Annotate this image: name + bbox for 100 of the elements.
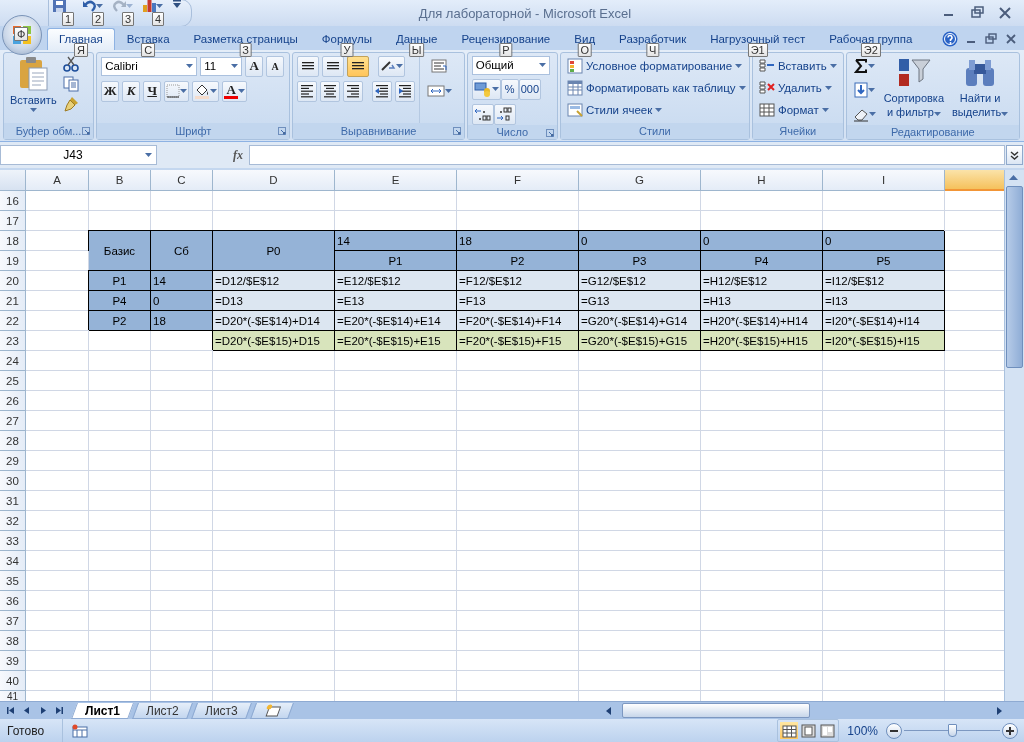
horizontal-align-button[interactable] xyxy=(320,80,341,102)
dialog-launcher-icon[interactable] xyxy=(545,128,554,137)
row-header[interactable]: 24 xyxy=(0,351,26,372)
currency-button[interactable] xyxy=(471,78,501,100)
italic-button[interactable]: К xyxy=(122,80,141,102)
first-sheet-icon[interactable] xyxy=(6,705,16,717)
customize-icon[interactable] xyxy=(173,0,181,8)
row-header[interactable]: 22 xyxy=(0,311,26,332)
copy-icon[interactable] xyxy=(62,75,79,92)
shrink-font-button[interactable]: A xyxy=(266,55,285,77)
previous-sheet-icon[interactable] xyxy=(22,705,32,717)
thousands-button[interactable]: 000 xyxy=(518,78,542,100)
row-header[interactable]: 29 xyxy=(0,451,26,472)
row-header[interactable]: 40 xyxy=(0,671,26,692)
expand-formula-button[interactable] xyxy=(1006,145,1023,166)
last-sheet-icon[interactable] xyxy=(54,705,64,717)
row-header[interactable]: 17 xyxy=(0,211,26,232)
slider-thumb[interactable] xyxy=(948,723,957,737)
restore-icon[interactable] xyxy=(984,31,998,46)
help-icon[interactable] xyxy=(942,30,958,47)
row-header[interactable]: 39 xyxy=(0,651,26,672)
vertical-align-button[interactable] xyxy=(297,55,320,77)
row-header[interactable]: 16 xyxy=(0,191,26,212)
row-header[interactable]: 21 xyxy=(0,291,26,312)
find-select-button[interactable]: Найти и выделить xyxy=(950,55,1011,125)
insert-cells-button[interactable]: Вставить xyxy=(756,55,839,77)
brush-icon[interactable] xyxy=(62,95,79,112)
decrease-decimal-button[interactable] xyxy=(493,103,516,125)
formula-field[interactable] xyxy=(249,145,1005,166)
row-header[interactable]: 36 xyxy=(0,591,26,612)
font-size-field[interactable]: 11 xyxy=(200,56,243,76)
increase-indent-button[interactable] xyxy=(395,80,416,102)
name-box[interactable]: J43 xyxy=(0,145,157,166)
zoom-in-button[interactable] xyxy=(1002,722,1018,739)
conditional-format-button[interactable]: Условное форматирование xyxy=(564,55,748,77)
row-header[interactable]: 18 xyxy=(0,231,26,252)
column-header[interactable]: H xyxy=(701,170,823,192)
column-header[interactable]: I xyxy=(823,170,945,192)
format-as-table-button[interactable]: Форматировать как таблицу xyxy=(564,77,748,99)
underline-button[interactable]: Ч xyxy=(143,80,162,102)
row-header[interactable]: 31 xyxy=(0,491,26,512)
horizontal-align-button[interactable] xyxy=(343,80,364,102)
row-header[interactable]: 20 xyxy=(0,271,26,292)
sort-filter-button[interactable]: Сортировка и фильтр xyxy=(881,55,946,125)
vertical-align-button[interactable] xyxy=(347,55,370,77)
bold-button[interactable]: Ж xyxy=(101,80,120,102)
page-layout-view-button[interactable] xyxy=(799,722,818,739)
next-sheet-icon[interactable] xyxy=(38,705,48,717)
number-format-field[interactable]: Общий xyxy=(471,55,550,75)
scroll-thumb[interactable] xyxy=(622,703,810,719)
row-header[interactable]: 27 xyxy=(0,411,26,432)
format-cells-button[interactable]: Формат xyxy=(756,99,839,121)
zoom-out-button[interactable] xyxy=(886,722,902,739)
row-header[interactable]: 38 xyxy=(0,631,26,652)
sheet-tab[interactable]: Лист2 xyxy=(132,702,193,719)
cut-icon[interactable] xyxy=(62,55,79,72)
row-header[interactable]: 32 xyxy=(0,511,26,532)
paste-button[interactable]: Вставить xyxy=(8,55,59,123)
insert-function-button[interactable]: fx xyxy=(233,147,243,163)
vertical-align-button[interactable] xyxy=(322,55,345,77)
orientation-button[interactable] xyxy=(378,55,406,77)
column-header[interactable]: C xyxy=(151,170,213,192)
column-header[interactable]: A xyxy=(26,170,89,192)
fill-color-button[interactable] xyxy=(192,80,220,102)
font-color-button[interactable]: A xyxy=(222,80,248,102)
close-icon[interactable] xyxy=(1004,31,1018,46)
row-header[interactable]: 35 xyxy=(0,571,26,592)
row-header[interactable]: 25 xyxy=(0,371,26,392)
row-header[interactable]: 33 xyxy=(0,531,26,552)
column-header[interactable]: D xyxy=(213,170,335,192)
insert-sheet-button[interactable] xyxy=(249,702,294,719)
percent-button[interactable]: % xyxy=(500,78,519,100)
dialog-launcher-icon[interactable] xyxy=(82,126,91,135)
font-name-field[interactable]: Calibri xyxy=(101,56,198,76)
horizontal-align-button[interactable] xyxy=(297,80,318,102)
grow-font-button[interactable]: A xyxy=(245,55,264,77)
row-header[interactable]: 37 xyxy=(0,611,26,632)
sheet-tab[interactable]: Лист1 xyxy=(71,702,134,719)
borders-button[interactable] xyxy=(164,80,190,102)
column-header[interactable]: G xyxy=(579,170,701,192)
cell-styles-button[interactable]: Стили ячеек xyxy=(564,99,748,121)
normal-view-button[interactable] xyxy=(780,722,799,739)
sheet-tab[interactable]: Лист3 xyxy=(190,702,252,719)
row-header[interactable]: 34 xyxy=(0,551,26,572)
scroll-right-icon[interactable] xyxy=(996,705,1004,716)
row-header[interactable]: 26 xyxy=(0,391,26,412)
dialog-launcher-icon[interactable] xyxy=(278,126,287,135)
dialog-launcher-icon[interactable] xyxy=(452,126,461,135)
column-header[interactable]: F xyxy=(457,170,579,192)
zoom-slider[interactable] xyxy=(904,721,1000,740)
column-header[interactable]: E xyxy=(335,170,457,192)
row-header[interactable]: 23 xyxy=(0,331,26,352)
scroll-thumb[interactable] xyxy=(1006,186,1023,369)
row-header[interactable]: 19 xyxy=(0,251,26,272)
increase-decimal-button[interactable] xyxy=(471,103,494,125)
row-header[interactable]: 30 xyxy=(0,471,26,492)
page-break-view-button[interactable] xyxy=(818,722,837,739)
row-header[interactable]: 28 xyxy=(0,431,26,452)
delete-cells-button[interactable]: Удалить xyxy=(756,77,839,99)
decrease-indent-button[interactable] xyxy=(372,80,393,102)
